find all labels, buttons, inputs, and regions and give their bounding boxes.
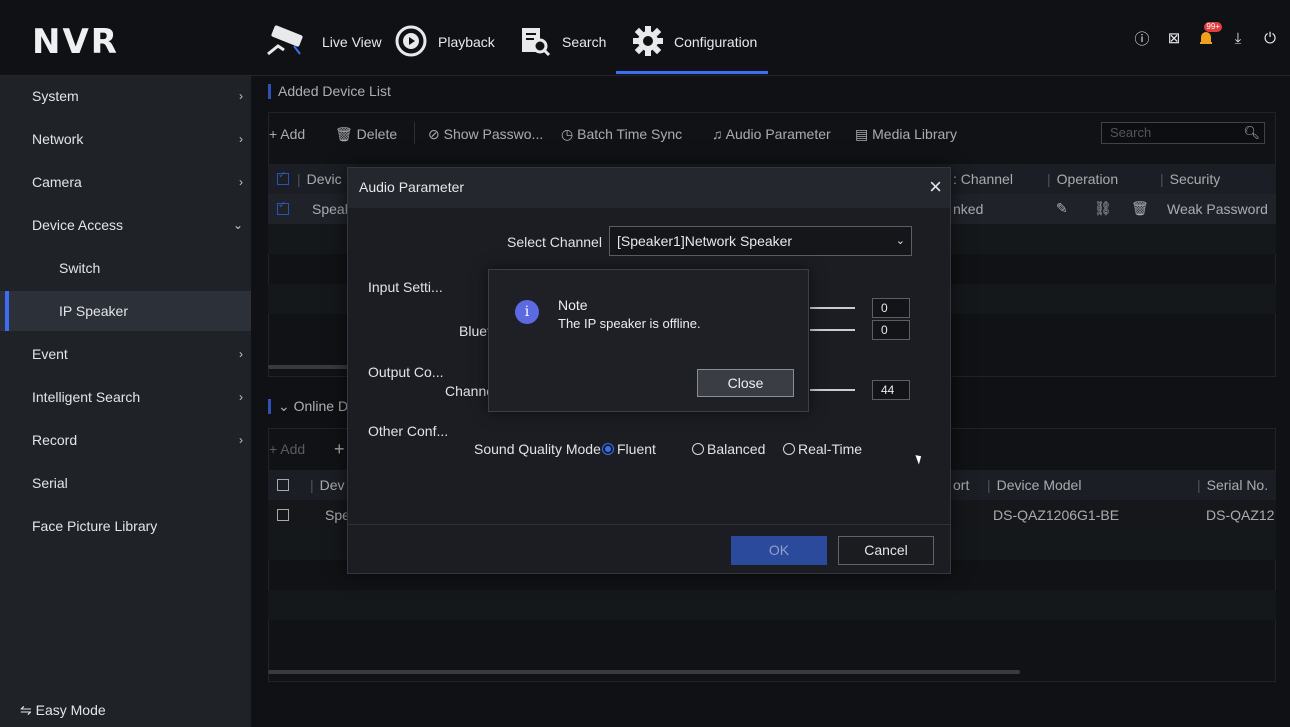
- sidebar-item-system[interactable]: System ›: [0, 76, 251, 116]
- sidebar-item-label: Record: [32, 432, 78, 448]
- radio-balanced[interactable]: Balanced: [692, 441, 765, 457]
- bluetooth-volume-slider[interactable]: [810, 329, 855, 331]
- radio-label: Balanced: [707, 441, 766, 457]
- notification-badge: 99+: [1204, 22, 1222, 32]
- nav-configuration[interactable]: Configuration: [632, 12, 757, 72]
- sidebar-item-network[interactable]: Network ›: [0, 119, 251, 159]
- top-right-toolbar: ⓘ ⊠ 99+ ⤓ ⏻: [1132, 22, 1280, 48]
- chevron-right-icon: ›: [239, 89, 243, 103]
- alarm-notification-icon[interactable]: 99+: [1196, 22, 1222, 48]
- app-logo: NVR: [32, 22, 119, 62]
- dialog-footer-divider: [348, 524, 950, 525]
- camera-icon: [264, 24, 312, 61]
- gear-icon: [632, 25, 664, 60]
- sidebar-item-camera[interactable]: Camera ›: [0, 162, 251, 202]
- channel-select[interactable]: [Speaker1]Network Speaker ⌄: [609, 226, 912, 256]
- output-config-label: Output Co...: [368, 364, 444, 380]
- note-popup: i Note The IP speaker is offline. Close: [488, 269, 809, 412]
- sidebar-item-ip-speaker[interactable]: IP Speaker: [0, 291, 251, 331]
- playback-icon: [394, 24, 428, 61]
- input-volume-value[interactable]: 0: [872, 298, 910, 318]
- chevron-down-icon: ⌄: [895, 235, 905, 247]
- info-icon[interactable]: ⓘ: [1132, 28, 1152, 48]
- input-settings-label: Input Setti...: [368, 279, 443, 295]
- radio-label: Real-Time: [798, 441, 863, 457]
- nav-configuration-label: Configuration: [674, 34, 758, 50]
- input-volume-slider[interactable]: [810, 307, 855, 309]
- sidebar-item-label: Face Picture Library: [32, 518, 158, 534]
- sidebar-item-label: Device Access: [32, 217, 124, 233]
- radio-label: Fluent: [617, 441, 656, 457]
- bluetooth-label: Bluet: [459, 323, 491, 339]
- sidebar-item-label: System: [32, 88, 79, 104]
- sidebar-item-label: Camera: [32, 174, 82, 190]
- note-message: The IP speaker is offline.: [558, 316, 701, 331]
- chevron-down-icon: ⌄: [232, 218, 243, 232]
- radio-real-time[interactable]: Real-Time: [783, 441, 862, 457]
- alarm-off-icon[interactable]: ⊠: [1164, 28, 1184, 48]
- top-bar: NVR Live View Playback Search Configurat…: [0, 0, 1290, 76]
- radio-dot: [692, 443, 704, 455]
- radio-dot: [783, 443, 795, 455]
- output-volume-value[interactable]: 44: [872, 380, 910, 400]
- bluetooth-volume-value[interactable]: 0: [872, 320, 910, 340]
- cancel-button[interactable]: Cancel: [838, 536, 934, 565]
- sidebar-item-record[interactable]: Record ›: [0, 420, 251, 460]
- sidebar-item-serial[interactable]: Serial: [0, 463, 251, 503]
- nav-playback[interactable]: Playback: [394, 12, 495, 72]
- sidebar-item-label: Event: [32, 346, 68, 362]
- close-icon[interactable]: ×: [929, 174, 942, 200]
- chevron-right-icon: ›: [239, 433, 243, 447]
- dialog-header: Audio Parameter ×: [348, 168, 950, 208]
- nav-active-indicator: [616, 71, 768, 74]
- sidebar-item-device-access[interactable]: Device Access ⌄: [0, 205, 251, 245]
- info-icon: i: [515, 300, 539, 324]
- download-icon[interactable]: ⤓: [1228, 28, 1248, 48]
- sidebar-item-intelligent-search[interactable]: Intelligent Search ›: [0, 377, 251, 417]
- chevron-right-icon: ›: [239, 132, 243, 146]
- other-config-label: Other Conf...: [368, 423, 449, 439]
- sidebar-item-switch[interactable]: Switch: [0, 248, 251, 288]
- sidebar-item-face-picture-library[interactable]: Face Picture Library: [0, 506, 251, 546]
- search-doc-icon: [518, 24, 552, 61]
- chevron-right-icon: ›: [239, 347, 243, 361]
- channel-volume-label: Channe: [445, 383, 495, 399]
- ok-button[interactable]: OK: [731, 536, 827, 565]
- easy-mode-toggle[interactable]: ⇋ Easy Mode: [20, 702, 106, 719]
- nav-live-view[interactable]: Live View: [264, 12, 382, 72]
- sidebar-item-label: IP Speaker: [59, 303, 129, 319]
- sidebar-item-label: Switch: [59, 260, 101, 276]
- sidebar-item-label: Intelligent Search: [32, 389, 141, 405]
- sound-quality-mode-label: Sound Quality Mode: [474, 441, 601, 457]
- output-volume-slider[interactable]: [810, 389, 855, 391]
- nav-search-label: Search: [562, 34, 607, 50]
- sidebar: System › Network › Camera › Device Access ⌄ …: [0, 76, 251, 727]
- power-icon[interactable]: ⏻: [1260, 28, 1280, 48]
- chevron-right-icon: ›: [239, 390, 243, 404]
- nav-playback-label: Playback: [438, 34, 495, 50]
- note-title: Note: [558, 297, 588, 313]
- sidebar-item-label: Network: [32, 131, 84, 147]
- sidebar-item-label: Serial: [32, 475, 68, 491]
- chevron-right-icon: ›: [239, 175, 243, 189]
- nav-search[interactable]: Search: [518, 12, 606, 72]
- nav-live-view-label: Live View: [322, 34, 382, 50]
- channel-select-value: [Speaker1]Network Speaker: [617, 233, 793, 249]
- radio-dot: [602, 443, 614, 455]
- sidebar-item-event[interactable]: Event ›: [0, 334, 251, 374]
- select-channel-label: Select Channel: [507, 234, 602, 250]
- close-button[interactable]: Close: [697, 369, 794, 397]
- radio-fluent[interactable]: Fluent: [602, 441, 656, 457]
- dialog-title: Audio Parameter: [359, 179, 465, 195]
